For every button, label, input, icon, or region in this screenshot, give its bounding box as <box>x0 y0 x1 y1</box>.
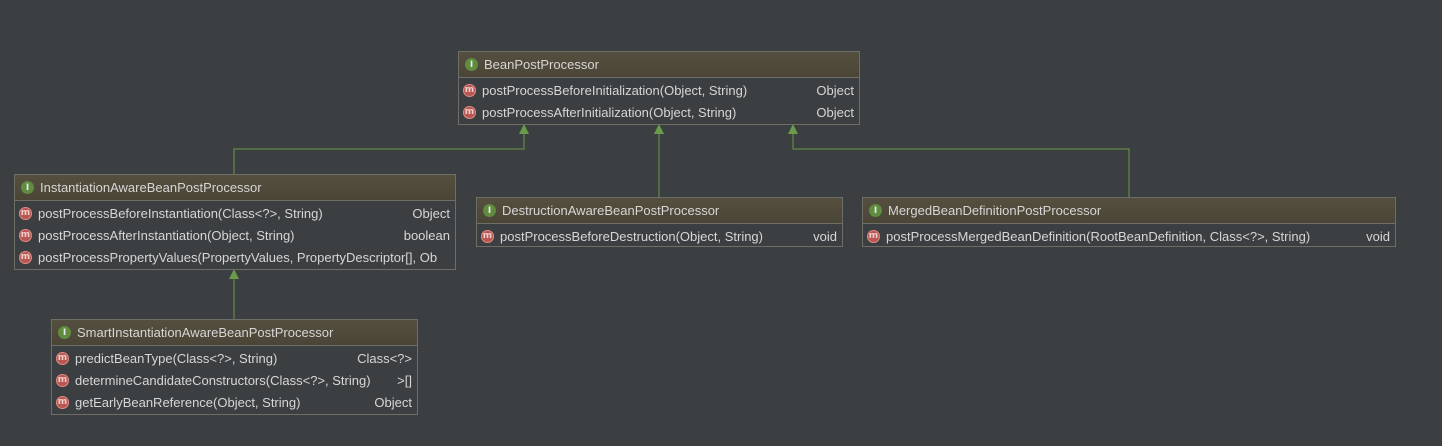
interface-name: InstantiationAwareBeanPostProcessor <box>40 180 262 195</box>
interface-icon: I <box>869 204 882 217</box>
method-icon: m <box>19 228 32 242</box>
node-merged-bean-definition-post-processor[interactable]: I MergedBeanDefinitionPostProcessor m po… <box>862 197 1396 247</box>
method-return-type: Object <box>372 391 412 413</box>
method-icon: m <box>19 206 32 220</box>
method-row[interactable]: m postProcessAfterInstantiation(Object, … <box>15 224 455 246</box>
method-row[interactable]: m postProcessBeforeInstantiation(Class<?… <box>15 202 455 224</box>
method-icon: m <box>56 395 69 409</box>
link-mbdpp-to-bpp <box>792 130 1130 197</box>
node-instantiation-aware-bean-post-processor[interactable]: I InstantiationAwareBeanPostProcessor m … <box>14 174 456 270</box>
node-header: I DestructionAwareBeanPostProcessor <box>477 198 842 224</box>
method-icon: m <box>463 105 476 119</box>
method-signature: postProcessAfterInstantiation(Object, St… <box>38 227 295 243</box>
method-row[interactable]: m postProcessBeforeDestruction(Object, S… <box>477 225 842 246</box>
method-icon: m <box>463 83 476 97</box>
arrowhead-dabpp-to-bpp <box>654 124 664 134</box>
node-bean-post-processor[interactable]: I BeanPostProcessor m postProcessBeforeI… <box>458 51 860 125</box>
method-icon: m <box>56 373 69 387</box>
method-return-type: void <box>1364 225 1390 246</box>
method-return-type: void <box>811 225 837 246</box>
node-header: I InstantiationAwareBeanPostProcessor <box>15 175 455 201</box>
interface-icon: I <box>483 204 496 217</box>
interface-name: MergedBeanDefinitionPostProcessor <box>888 203 1102 218</box>
method-signature: predictBeanType(Class<?>, String) <box>75 350 278 366</box>
arrowhead-mbdpp-to-bpp <box>788 124 798 134</box>
method-signature: postProcessBeforeInitialization(Object, … <box>482 82 748 98</box>
node-header: I SmartInstantiationAwareBeanPostProcess… <box>52 320 417 346</box>
method-row[interactable]: m determineCandidateConstructors(Class<?… <box>52 369 417 391</box>
method-icon: m <box>56 351 69 365</box>
method-row[interactable]: m postProcessBeforeInitialization(Object… <box>459 79 859 101</box>
method-signature: postProcessBeforeDestruction(Object, Str… <box>500 228 763 244</box>
method-row[interactable]: m postProcessPropertyValues(PropertyValu… <box>15 246 455 268</box>
arrowhead-iabpp-to-bpp <box>519 124 529 134</box>
interface-name: SmartInstantiationAwareBeanPostProcessor <box>77 325 334 340</box>
method-signature: determineCandidateConstructors(Class<?>,… <box>75 372 371 388</box>
method-return-type: Class<?> <box>355 347 412 369</box>
method-row[interactable]: m predictBeanType(Class<?>, String) Clas… <box>52 347 417 369</box>
method-icon: m <box>19 250 32 264</box>
method-row[interactable]: m getEarlyBeanReference(Object, String) … <box>52 391 417 413</box>
node-header: I MergedBeanDefinitionPostProcessor <box>863 198 1395 224</box>
method-row[interactable]: m postProcessAfterInitialization(Object,… <box>459 101 859 123</box>
method-return-type: boolean <box>401 224 450 246</box>
method-row[interactable]: m postProcessMergedBeanDefinition(RootBe… <box>863 225 1395 246</box>
interface-icon: I <box>465 58 478 71</box>
node-smart-instantiation-aware-bean-post-processor[interactable]: I SmartInstantiationAwareBeanPostProcess… <box>51 319 418 415</box>
method-icon: m <box>867 229 880 243</box>
node-destruction-aware-bean-post-processor[interactable]: I DestructionAwareBeanPostProcessor m po… <box>476 197 843 247</box>
interface-icon: I <box>21 181 34 194</box>
method-signature: getEarlyBeanReference(Object, String) <box>75 394 301 410</box>
method-signature: postProcessPropertyValues(PropertyValues… <box>38 249 438 265</box>
link-iabpp-to-bpp <box>233 130 525 174</box>
method-icon: m <box>481 229 494 243</box>
interface-name: BeanPostProcessor <box>484 57 599 72</box>
method-signature: postProcessBeforeInstantiation(Class<?>,… <box>38 205 323 221</box>
node-header: I BeanPostProcessor <box>459 52 859 78</box>
method-return-type: >[] <box>395 369 412 391</box>
method-return-type: Object <box>814 101 854 123</box>
arrowhead-siabpp-to-iabpp <box>229 269 239 279</box>
method-signature: postProcessAfterInitialization(Object, S… <box>482 104 737 120</box>
method-return-type: Object <box>410 202 450 224</box>
interface-icon: I <box>58 326 71 339</box>
interface-name: DestructionAwareBeanPostProcessor <box>502 203 720 218</box>
method-return-type: Object <box>814 79 854 101</box>
method-signature: postProcessMergedBeanDefinition(RootBean… <box>886 228 1311 244</box>
